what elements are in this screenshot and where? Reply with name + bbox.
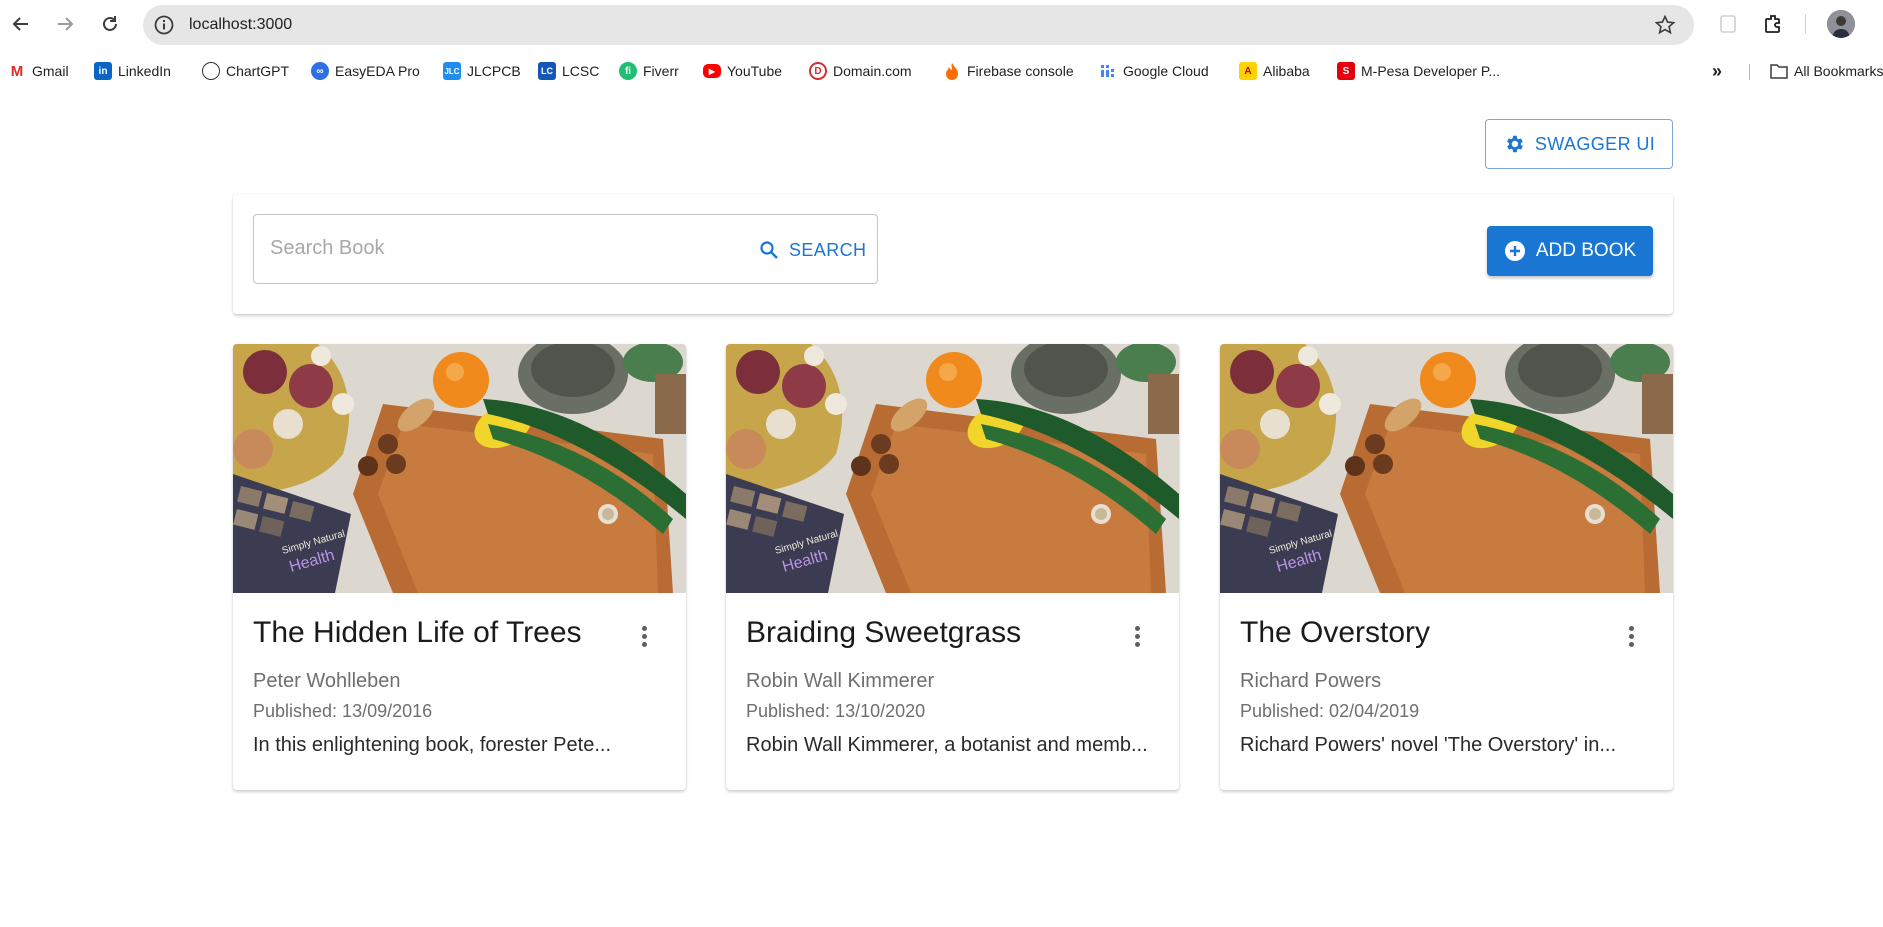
back-button[interactable] (7, 10, 35, 38)
bookmark-label: Google Cloud (1123, 63, 1209, 79)
book-title: Braiding Sweetgrass (746, 616, 1022, 649)
book-cover-image (1220, 344, 1673, 593)
url-text[interactable]: localhost:3000 (189, 16, 292, 34)
reload-button[interactable] (96, 10, 124, 38)
bookmark-mpesa[interactable]: S M-Pesa Developer P... (1337, 60, 1500, 82)
bookmark-label: YouTube (727, 63, 783, 79)
search-field: SEARCH (253, 214, 878, 284)
bookmark-label: Fiverr (643, 63, 679, 79)
book-card[interactable]: The Hidden Life of Trees Peter Wohlleben… (233, 344, 686, 790)
bookmark-google-cloud[interactable]: Google Cloud (1099, 60, 1209, 82)
book-cover-image (233, 344, 686, 593)
bookmark-jlcpcb[interactable]: JLC JLCPCB (443, 60, 521, 82)
bookmark-label: M-Pesa Developer P... (1361, 63, 1501, 79)
more-options-button[interactable] (632, 624, 656, 648)
forward-button[interactable] (51, 10, 79, 38)
more-options-button[interactable] (1619, 624, 1643, 648)
arrow-right-icon (58, 17, 74, 31)
extensions-icon[interactable] (1762, 12, 1786, 36)
book-description: Robin Wall Kimmerer, a botanist and memb… (746, 734, 1148, 756)
reload-icon (103, 16, 117, 31)
book-title: The Overstory (1240, 616, 1431, 649)
book-title: The Hidden Life of Trees (253, 616, 582, 649)
add-circle-icon (1504, 241, 1525, 261)
bookmark-lcsc[interactable]: LC LCSC (538, 60, 599, 82)
bookmark-fiverr[interactable]: fi Fiverr (619, 60, 679, 82)
bookmark-label: Gmail (32, 63, 69, 79)
book-card[interactable]: Braiding Sweetgrass Robin Wall Kimmerer … (726, 344, 1179, 790)
search-button-label: SEARCH (789, 239, 867, 260)
reading-mode-icon[interactable] (1716, 12, 1740, 36)
bookmarks-bar: M Gmail in LinkedIn ChartGPT ∞ EasyEDA P… (0, 56, 1883, 86)
bookmark-easyeda[interactable]: ∞ EasyEDA Pro (311, 60, 420, 82)
book-published-date: Published: 13/09/2016 (253, 701, 433, 721)
bookmark-chatgpt[interactable]: ChartGPT (202, 60, 289, 82)
bookmark-youtube[interactable]: ▶ YouTube (703, 60, 782, 82)
gear-icon (1506, 135, 1523, 153)
book-published-date: Published: 02/04/2019 (1240, 701, 1420, 721)
bookmark-label: ChartGPT (226, 63, 290, 79)
search-input[interactable] (270, 237, 720, 260)
jlcpcb-icon: JLC (443, 62, 461, 80)
youtube-icon: ▶ (703, 64, 721, 78)
swagger-ui-label: SWAGGER UI (1534, 133, 1656, 154)
mpesa-icon: S (1337, 62, 1355, 80)
bookmark-label: JLCPCB (467, 63, 521, 79)
arrow-left-icon (12, 17, 28, 31)
bookmark-label: Alibaba (1263, 63, 1310, 79)
fiverr-icon: fi (619, 62, 637, 80)
all-bookmarks-button[interactable]: All Bookmarks (1770, 60, 1883, 82)
bookmark-label: Firebase console (967, 63, 1074, 79)
alibaba-icon: A (1239, 62, 1257, 80)
easyeda-icon: ∞ (311, 62, 329, 80)
linkedin-icon: in (94, 62, 112, 80)
folder-icon (1770, 64, 1788, 79)
lcsc-icon: LC (538, 62, 556, 80)
bookmark-firebase[interactable]: Firebase console (943, 60, 1074, 82)
add-book-button[interactable]: ADD BOOK (1487, 226, 1653, 276)
bookmark-label: EasyEDA Pro (335, 63, 420, 79)
profile-photo-icon (1827, 10, 1855, 38)
bookmark-label: Domain.com (833, 63, 912, 79)
bookmarks-overflow-button[interactable]: » (1712, 60, 1722, 82)
search-panel: SEARCH ADD BOOK (233, 194, 1673, 314)
book-author: Robin Wall Kimmerer (746, 670, 935, 692)
site-info-icon[interactable] (153, 14, 175, 36)
gmail-icon: M (8, 62, 26, 80)
domain-icon: D (809, 62, 827, 80)
book-author: Richard Powers (1240, 670, 1382, 692)
bookmark-label: LinkedIn (118, 63, 171, 79)
chatgpt-icon (202, 62, 220, 80)
bookmarks-divider (1749, 64, 1750, 80)
google-cloud-icon (1099, 62, 1117, 80)
book-description: Richard Powers' novel 'The Overstory' in… (1240, 734, 1617, 756)
bookmark-alibaba[interactable]: A Alibaba (1239, 60, 1310, 82)
search-icon (760, 241, 778, 259)
book-description: In this enlightening book, forester Pete… (253, 734, 611, 756)
bookmark-linkedin[interactable]: in LinkedIn (94, 60, 171, 82)
address-bar[interactable]: localhost:3000 (143, 5, 1694, 45)
book-author: Peter Wohlleben (253, 670, 401, 692)
book-published-date: Published: 13/10/2020 (746, 701, 926, 721)
bookmark-domain[interactable]: D Domain.com (809, 60, 912, 82)
bookmark-star-icon[interactable] (1654, 14, 1676, 36)
search-button[interactable]: SEARCH (759, 233, 866, 267)
browser-toolbar: localhost:3000 (0, 0, 1883, 48)
profile-avatar[interactable] (1827, 10, 1855, 38)
toolbar-divider (1805, 14, 1806, 34)
firebase-icon (943, 62, 961, 80)
book-cover-image (726, 344, 1179, 593)
swagger-ui-button[interactable]: SWAGGER UI (1485, 119, 1673, 169)
bookmark-gmail[interactable]: M Gmail (8, 60, 69, 82)
more-options-button[interactable] (1125, 624, 1149, 648)
bookmark-label: LCSC (562, 63, 600, 79)
add-book-label: ADD BOOK (1535, 240, 1637, 261)
all-bookmarks-label: All Bookmarks (1794, 63, 1883, 79)
book-card[interactable]: The Overstory Richard Powers Published: … (1220, 344, 1673, 790)
